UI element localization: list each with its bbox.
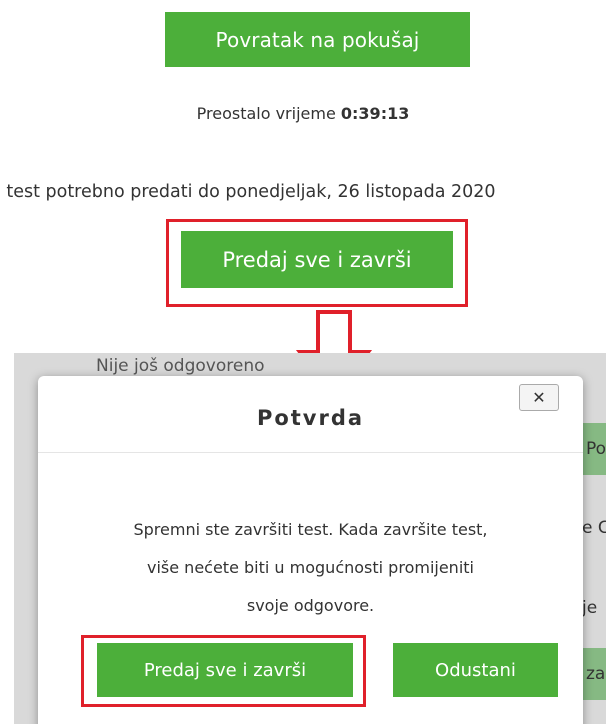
background-button-fragment: za bbox=[580, 648, 606, 700]
close-icon[interactable]: ✕ bbox=[519, 384, 559, 411]
submission-deadline-text: e test potrebno predati do ponedjeljak, … bbox=[0, 182, 496, 202]
modal-message-line: Spremni ste završiti test. Kada završite… bbox=[133, 520, 488, 539]
modal-message-line: svoje odgovore. bbox=[246, 596, 375, 615]
modal-header: Potvrda ✕ bbox=[38, 376, 583, 453]
time-remaining: Preostalo vrijeme 0:39:13 bbox=[0, 104, 606, 123]
modal-message-line: više nećete biti u mogućnosti promijenit… bbox=[147, 558, 474, 577]
background-text-fragment: e C bbox=[582, 518, 606, 538]
confirmation-modal: Potvrda ✕ Spremni ste završiti test. Kad… bbox=[38, 376, 583, 724]
submit-all-and-finish-button[interactable]: Predaj sve i završi bbox=[181, 231, 453, 288]
background-text-fragment: je bbox=[582, 598, 598, 618]
background-button-fragment: Po bbox=[580, 423, 606, 475]
time-remaining-label: Preostalo vrijeme bbox=[196, 104, 336, 123]
modal-cancel-button[interactable]: Odustani bbox=[393, 643, 558, 697]
back-to-attempt-button[interactable]: Povratak na pokušaj bbox=[165, 12, 470, 67]
time-remaining-value: 0:39:13 bbox=[340, 104, 410, 123]
modal-title: Potvrda bbox=[256, 406, 365, 430]
confirmation-dialog-screenshot: Nije još odgovoreno Po e C je za Potvrda… bbox=[14, 353, 606, 724]
modal-submit-all-and-finish-button[interactable]: Predaj sve i završi bbox=[97, 643, 353, 697]
modal-message: Spremni ste završiti test. Kada završite… bbox=[68, 511, 553, 625]
question-status-text: Nije još odgovoreno bbox=[96, 356, 265, 376]
